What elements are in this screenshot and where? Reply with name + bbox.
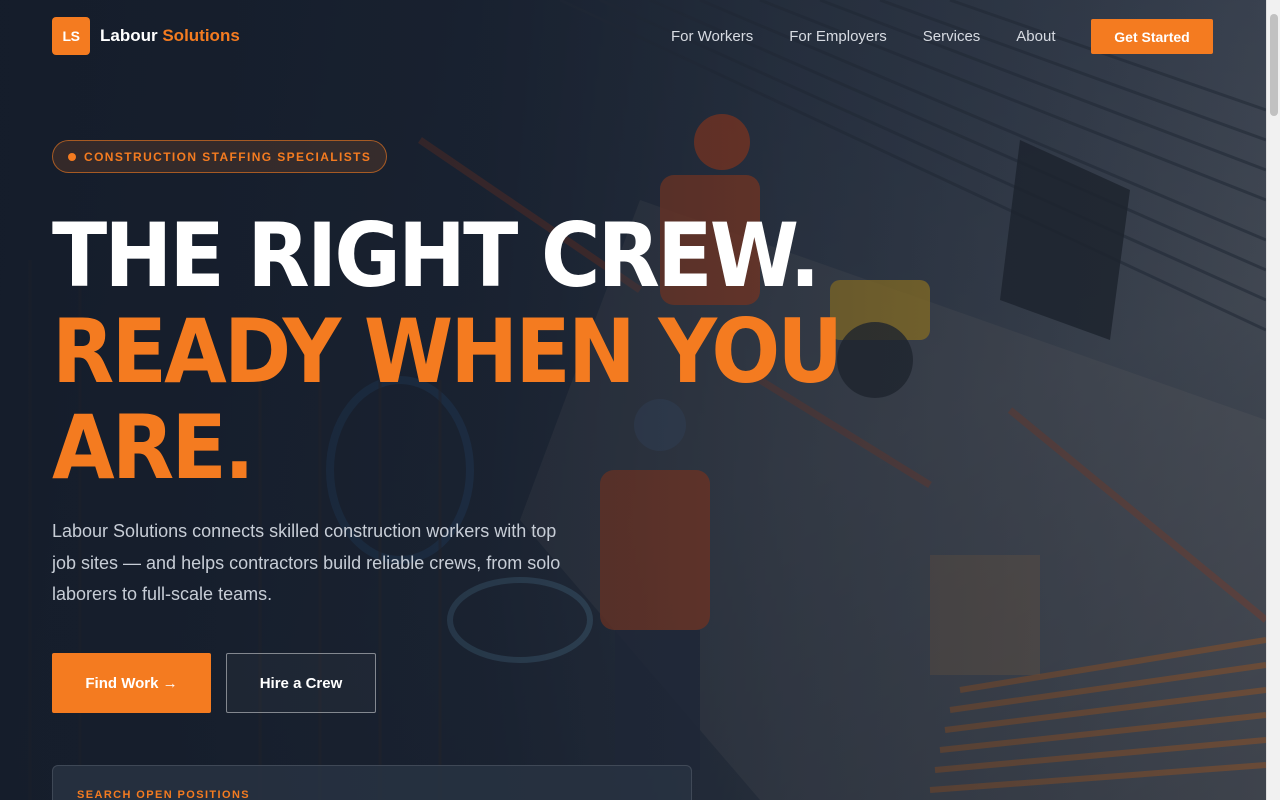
- nav-for-employers[interactable]: For Employers: [789, 28, 887, 45]
- hero-description: Labour Solutions connects skilled constr…: [52, 521, 561, 604]
- nav-about[interactable]: About: [1016, 28, 1055, 45]
- brand-name-primary: Labour: [100, 26, 158, 45]
- site-header: LS Labour Solutions For Workers For Empl…: [0, 0, 1266, 72]
- find-work-button[interactable]: Find Work →: [52, 653, 211, 713]
- brand-logo[interactable]: LS Labour Solutions: [52, 17, 240, 55]
- hero-headline: THE RIGHT CREW. READY WHEN YOU ARE.: [52, 208, 909, 496]
- get-started-button[interactable]: Get Started: [1091, 19, 1213, 54]
- nav-services[interactable]: Services: [923, 28, 981, 45]
- nav-for-workers[interactable]: For Workers: [671, 28, 753, 45]
- badge-text: CONSTRUCTION STAFFING SPECIALISTS: [84, 149, 372, 164]
- search-card-label: SEARCH OPEN POSITIONS: [77, 789, 251, 800]
- page-scrollbar[interactable]: [1266, 0, 1280, 800]
- hire-a-crew-button[interactable]: Hire a Crew: [226, 653, 376, 713]
- logo-mark: LS: [52, 17, 90, 55]
- main-nav: For Workers For Employers Services About: [671, 28, 1056, 45]
- headline-line-3: ARE.: [52, 396, 255, 499]
- brand-name-accent: Solutions: [162, 26, 240, 45]
- badge-dot-icon: [68, 152, 76, 161]
- headline-line-2: READY WHEN YOU: [52, 300, 843, 403]
- scrollbar-thumb[interactable]: [1270, 14, 1278, 116]
- headline-line-1: THE RIGHT CREW.: [52, 204, 820, 307]
- brand-name: Labour Solutions: [100, 26, 240, 46]
- hero-badge: CONSTRUCTION STAFFING SPECIALISTS: [52, 140, 387, 173]
- search-positions-card: SEARCH OPEN POSITIONS: [52, 765, 692, 800]
